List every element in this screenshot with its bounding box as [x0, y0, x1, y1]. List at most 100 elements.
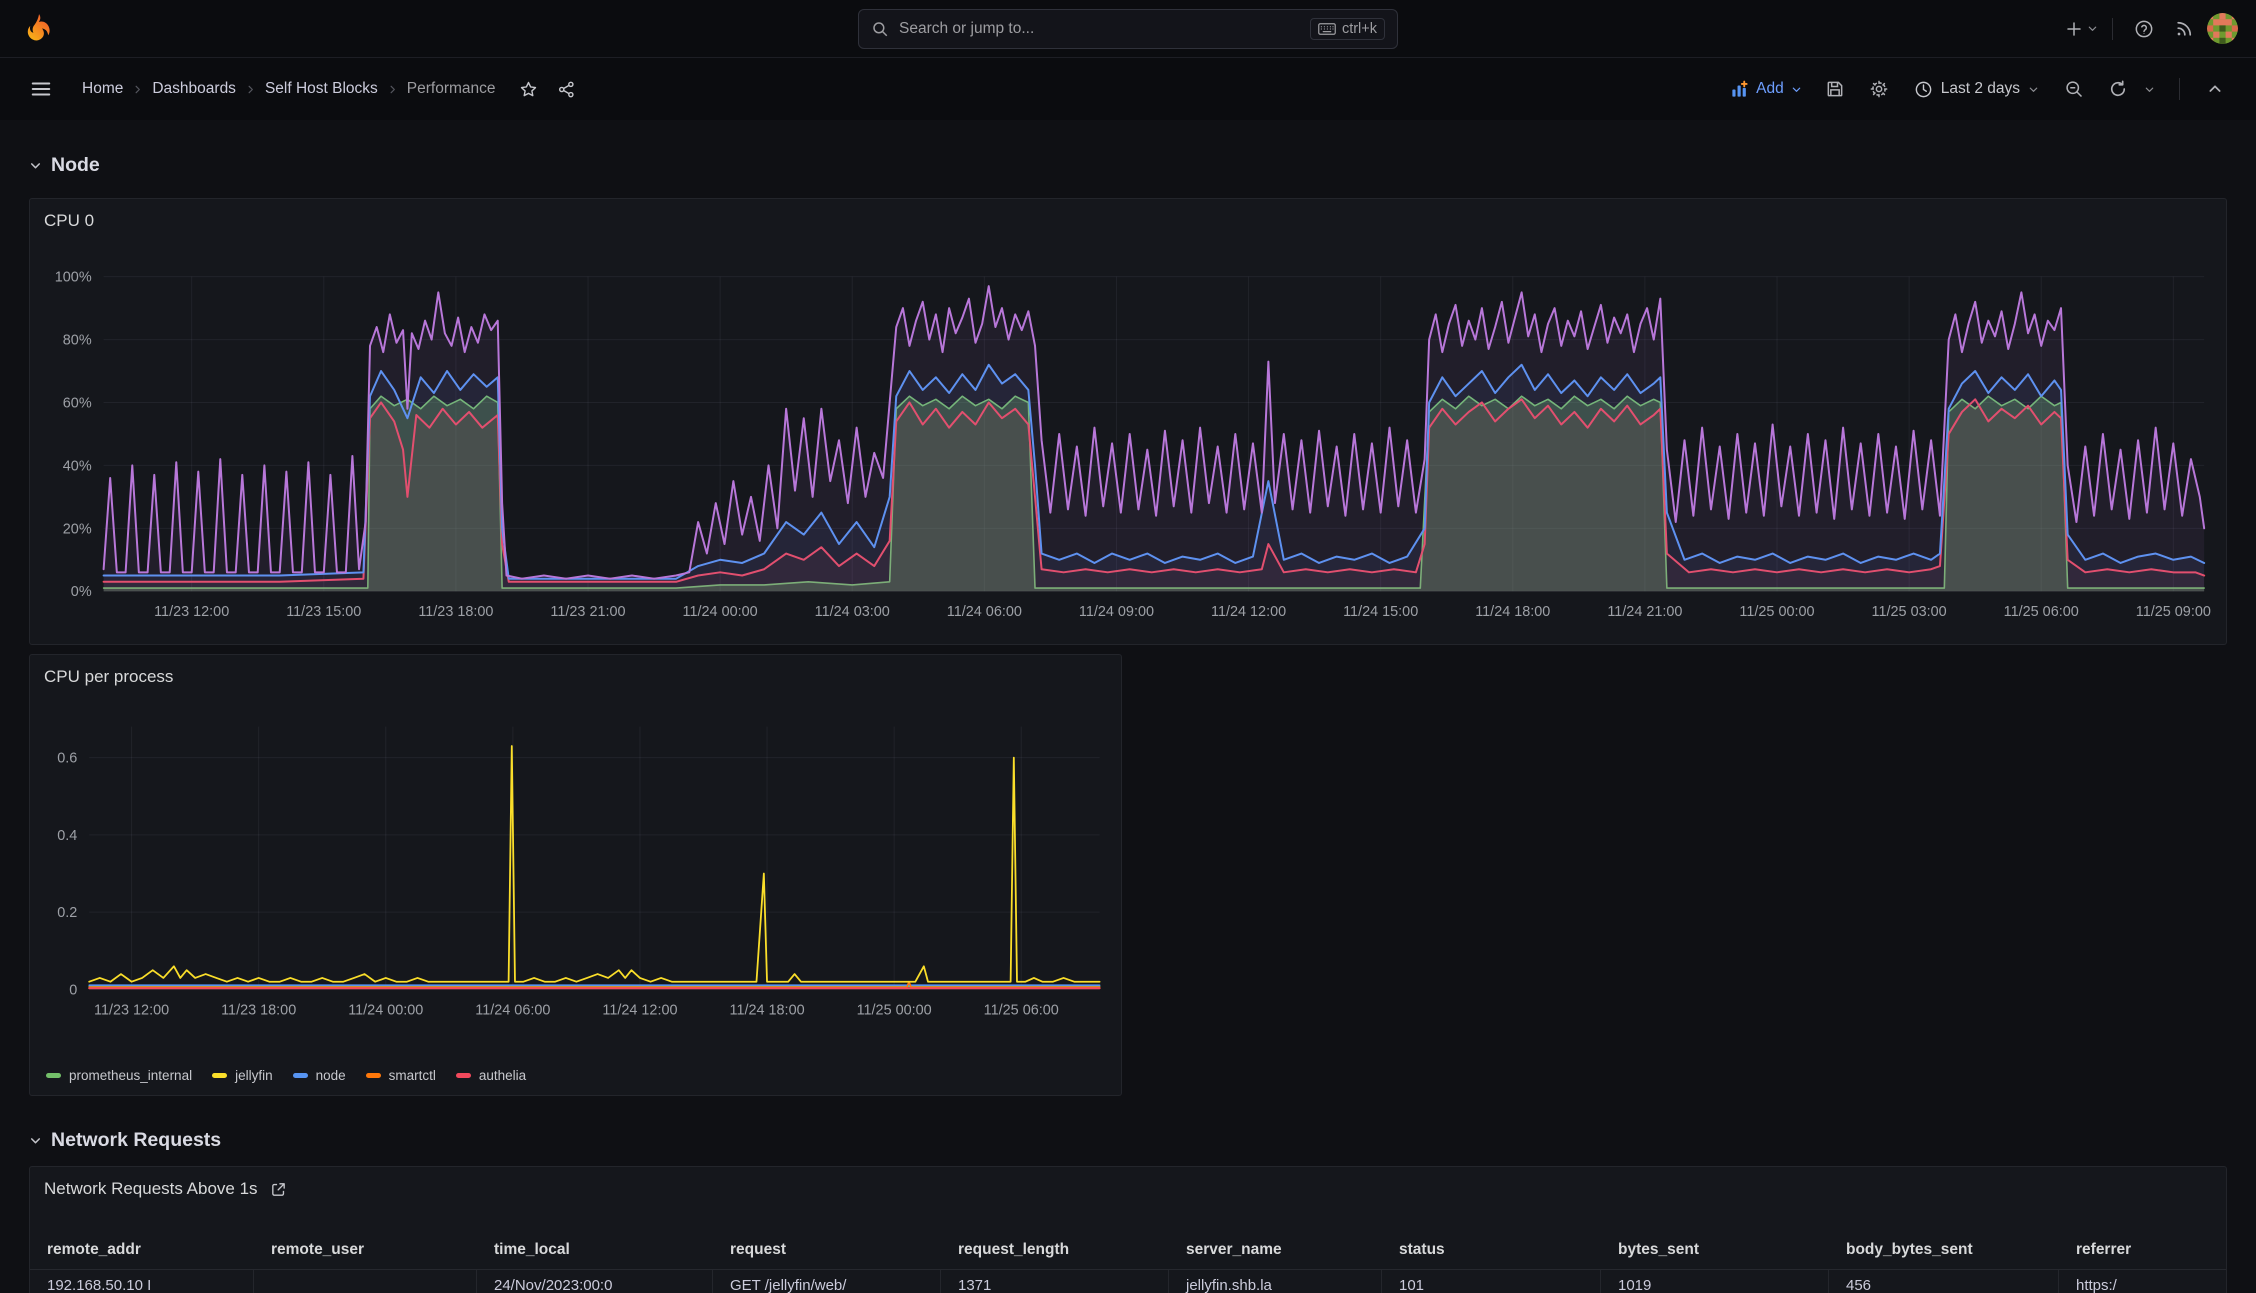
svg-text:20%: 20% [63, 521, 92, 537]
breadcrumb-home[interactable]: Home [82, 80, 123, 98]
column-header[interactable]: time_local [477, 1231, 713, 1269]
chevron-right-icon [132, 84, 143, 95]
table-cell: jellyfin.shb.la [1169, 1270, 1382, 1293]
legend-label: node [315, 1068, 346, 1083]
external-link-icon[interactable] [270, 1181, 287, 1198]
dashboard-settings-button[interactable] [1862, 72, 1896, 106]
legend-item[interactable]: node [292, 1068, 346, 1083]
grafana-logo[interactable] [18, 9, 58, 49]
svg-text:11/24 00:00: 11/24 00:00 [683, 604, 758, 620]
mega-menu-toggle[interactable] [24, 72, 58, 106]
search-input[interactable] [899, 20, 1300, 38]
legend-swatch [455, 1073, 471, 1078]
legend-label: authelia [478, 1068, 527, 1083]
row-network-requests[interactable]: Network Requests [29, 1129, 2227, 1152]
svg-text:11/24 00:00: 11/24 00:00 [348, 1002, 423, 1018]
column-header[interactable]: request_length [941, 1231, 1169, 1269]
divider [2112, 17, 2113, 40]
table-cell: 101 [1382, 1270, 1601, 1293]
column-header[interactable]: remote_user [254, 1231, 477, 1269]
panel-title[interactable]: Network Requests Above 1s [44, 1179, 287, 1199]
add-panel-button[interactable]: Add [1724, 80, 1808, 99]
zoom-out-time-button[interactable] [2057, 72, 2091, 106]
share-button[interactable] [550, 72, 584, 106]
column-header[interactable]: body_bytes_sent [1829, 1231, 2059, 1269]
svg-text:11/23 18:00: 11/23 18:00 [418, 604, 493, 620]
panel-title-text: CPU per process [44, 667, 174, 686]
chevron-down-icon [2145, 87, 2153, 92]
panel-title-text: Network Requests Above 1s [44, 1179, 258, 1198]
cpu0-timeseries-chart[interactable]: 11/23 12:00 11/23 15:00 11/23 18:00 11/23 2… [30, 199, 2226, 644]
shortcut-label: ctrl+k [1341, 21, 1377, 37]
svg-text:60%: 60% [63, 395, 92, 411]
svg-text:0.6: 0.6 [57, 751, 77, 767]
collapse-topbar-button[interactable] [2198, 72, 2232, 106]
panel-title[interactable]: CPU 0 [44, 211, 94, 231]
panel-title-text: CPU 0 [44, 211, 95, 230]
time-range-label: Last 2 days [1940, 80, 2020, 97]
favorite-button[interactable] [512, 72, 546, 106]
save-icon [1827, 81, 1843, 97]
share-icon [559, 81, 574, 97]
svg-text:11/23 21:00: 11/23 21:00 [550, 604, 625, 620]
refresh-icon [2110, 80, 2126, 97]
svg-text:11/25 00:00: 11/25 00:00 [1739, 604, 1814, 620]
svg-text:11/24 21:00: 11/24 21:00 [1607, 604, 1682, 620]
add-panel-icon [1732, 80, 1748, 97]
svg-text:40%: 40% [63, 458, 92, 474]
panel-title[interactable]: CPU per process [44, 667, 173, 687]
legend-item[interactable]: authelia [455, 1068, 527, 1083]
search-icon [873, 22, 888, 37]
hamburger-icon [31, 82, 51, 96]
svg-text:11/24 15:00: 11/24 15:00 [1343, 604, 1418, 620]
table-header-row: remote_addr remote_user time_local reque… [30, 1231, 2226, 1270]
new-menu-button[interactable] [2064, 12, 2098, 46]
column-header[interactable]: server_name [1169, 1231, 1382, 1269]
panel-network-requests-table: Network Requests Above 1s remote_addr re… [29, 1166, 2227, 1293]
divider [2179, 78, 2180, 100]
svg-text:11/24 18:00: 11/24 18:00 [1475, 604, 1550, 620]
table-cell: 1019 [1601, 1270, 1829, 1293]
column-header[interactable]: remote_addr [30, 1231, 254, 1269]
news-button[interactable] [2167, 12, 2201, 46]
refresh-interval-dropdown[interactable] [2137, 72, 2161, 106]
avatar-identicon [2207, 13, 2238, 44]
column-header[interactable]: status [1382, 1231, 1601, 1269]
svg-text:11/23 15:00: 11/23 15:00 [286, 604, 361, 620]
column-header[interactable]: bytes_sent [1601, 1231, 1829, 1269]
svg-text:11/23 18:00: 11/23 18:00 [221, 1002, 296, 1018]
shortcut-hint: ctrl+k [1309, 18, 1385, 40]
svg-text:11/24 03:00: 11/24 03:00 [815, 604, 890, 620]
svg-text:11/25 06:00: 11/25 06:00 [2004, 604, 2079, 620]
legend-item[interactable]: prometheus_internal [46, 1068, 192, 1083]
plus-icon [2066, 21, 2081, 36]
cpu-per-process-chart[interactable]: 11/23 12:00 11/23 18:00 11/24 00:00 11/24 0… [30, 655, 1121, 1095]
table-cell: 1371 [941, 1270, 1169, 1293]
zoom-out-icon [2066, 81, 2083, 98]
row-title: Network Requests [51, 1129, 222, 1151]
row-node[interactable]: Node [29, 154, 2227, 177]
time-range-picker[interactable]: Last 2 days [1906, 80, 2047, 99]
legend-item[interactable]: smartctl [365, 1068, 436, 1083]
chevron-down-icon [1792, 87, 1801, 92]
svg-text:11/25 09:00: 11/25 09:00 [2136, 604, 2211, 620]
column-header[interactable]: request [713, 1231, 941, 1269]
table-cell: 192.168.50.10 I [30, 1270, 254, 1293]
global-search[interactable]: ctrl+k [858, 9, 1398, 49]
help-button[interactable] [2127, 12, 2161, 46]
svg-text:11/23 12:00: 11/23 12:00 [94, 1002, 169, 1018]
table-cell: 456 [1829, 1270, 2059, 1293]
legend-item[interactable]: jellyfin [212, 1068, 273, 1083]
breadcrumb-folder[interactable]: Self Host Blocks [265, 80, 378, 98]
breadcrumb-dashboards[interactable]: Dashboards [152, 80, 236, 98]
svg-text:11/24 12:00: 11/24 12:00 [1211, 604, 1286, 620]
save-dashboard-button[interactable] [1818, 72, 1852, 106]
legend-label: prometheus_internal [69, 1068, 193, 1083]
rss-icon [2177, 21, 2192, 36]
legend-label: smartctl [388, 1068, 436, 1083]
chevron-down-icon [2088, 26, 2096, 31]
refresh-button[interactable] [2101, 72, 2135, 106]
svg-text:11/24 06:00: 11/24 06:00 [475, 1002, 550, 1018]
column-header[interactable]: referrer [2059, 1231, 2226, 1269]
user-avatar[interactable] [2207, 13, 2238, 44]
